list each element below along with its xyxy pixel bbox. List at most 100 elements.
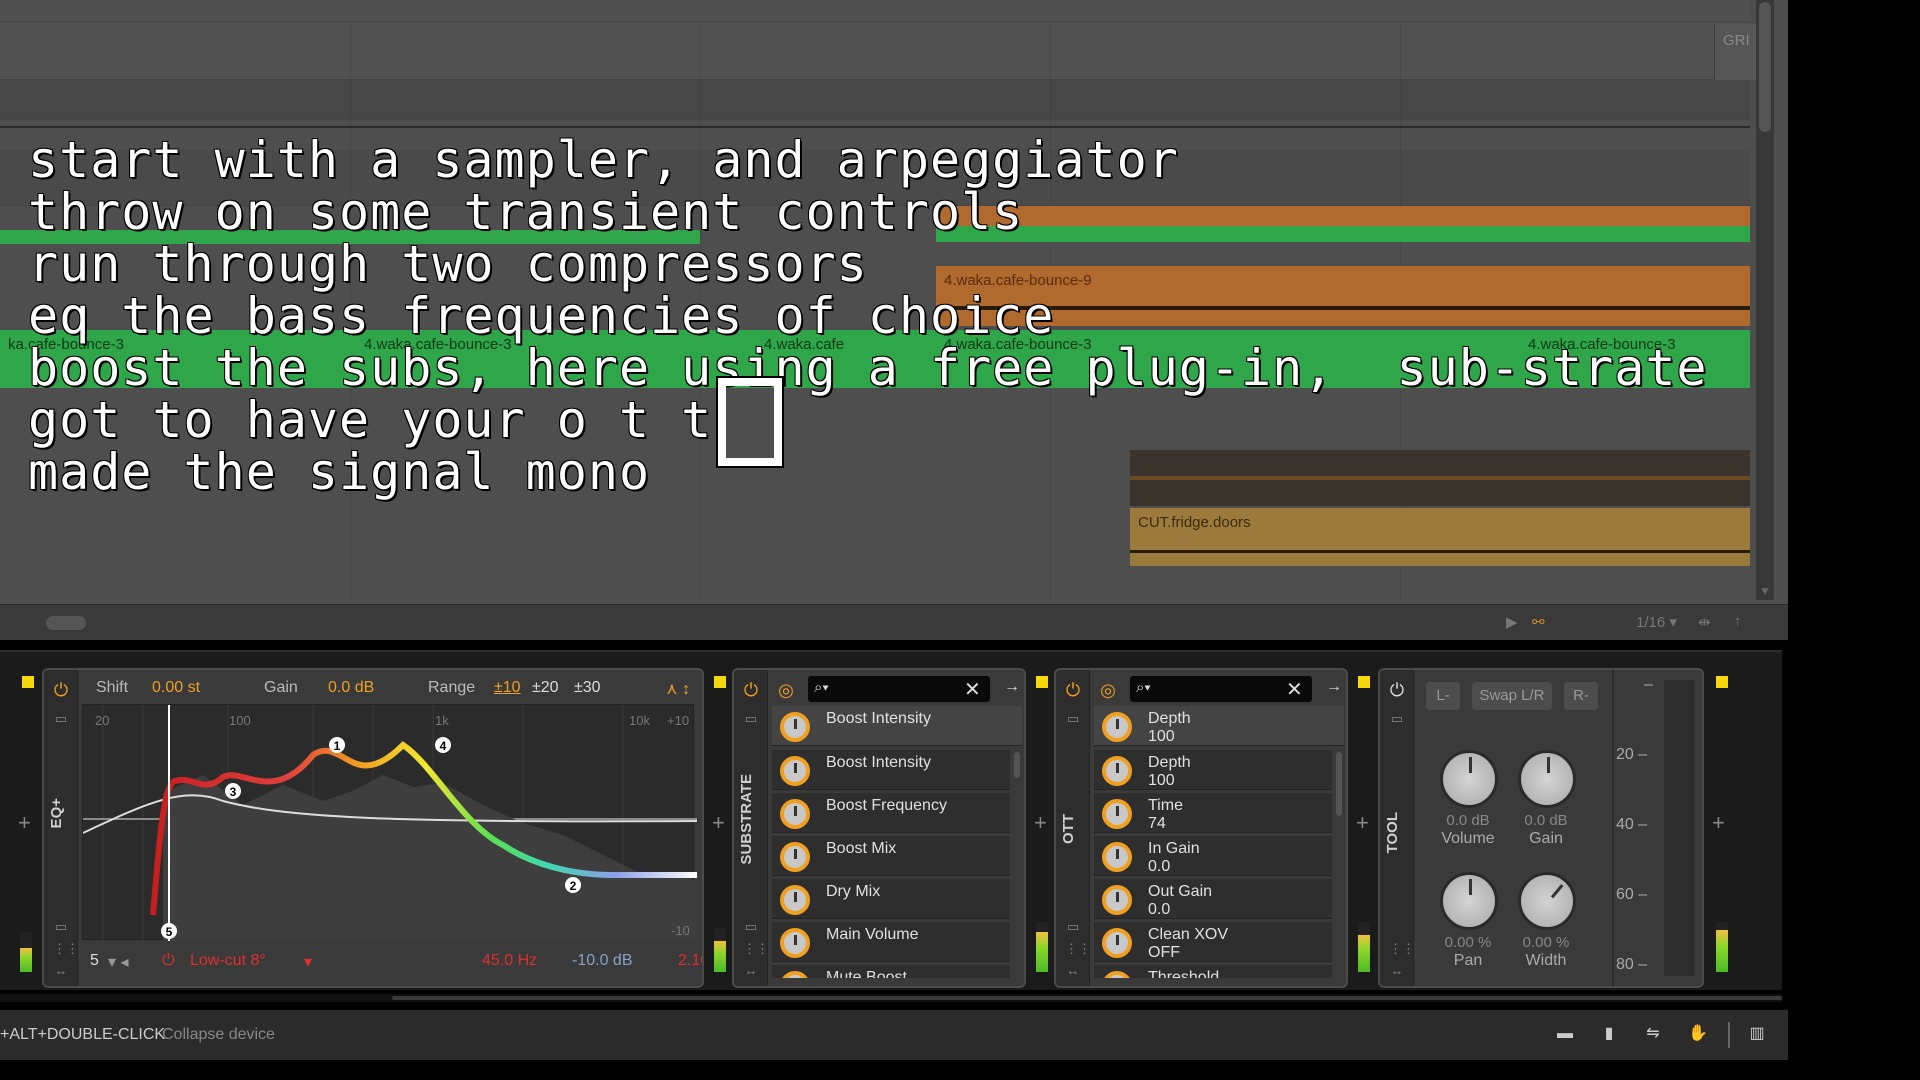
param-knob[interactable]	[780, 971, 810, 978]
folder-icon[interactable]: ▭	[1065, 712, 1081, 726]
audio-clip[interactable]: CUT.fridge.doors	[1130, 508, 1750, 566]
power-icon[interactable]: ⏻	[741, 680, 761, 700]
param-knob[interactable]	[1102, 712, 1132, 742]
audio-clip[interactable]	[1130, 450, 1750, 506]
window-icon[interactable]: ▭	[1065, 920, 1081, 934]
substrate-device[interactable]: ⏻ ▭ SUBSTRATE ▭ ⋮⋮ ↔ ◎ ⌕▾ ✕ → Boost Inte…	[732, 668, 1026, 988]
param-knob[interactable]	[780, 712, 810, 742]
link-icon[interactable]: ↔	[53, 964, 69, 978]
filter-dropdown-icon[interactable]: ▾	[304, 952, 312, 972]
arrow-right-icon[interactable]: →	[1004, 678, 1020, 696]
clear-search-icon[interactable]: ✕	[1286, 677, 1303, 702]
eq-plus-device[interactable]: ⏻ ▭ EQ+ ▭ ⋮⋮ ↔ Shift 0.00 st Gain 0.0 dB…	[42, 668, 704, 988]
keyboard-icon[interactable]: ▥	[1748, 1025, 1766, 1043]
add-device-icon[interactable]: +	[1034, 810, 1047, 836]
add-device-icon[interactable]: +	[18, 810, 31, 836]
param-knob[interactable]	[1102, 756, 1132, 786]
param-knob[interactable]	[780, 928, 810, 958]
width-knob[interactable]	[1506, 860, 1588, 942]
track-lane[interactable]	[0, 22, 1750, 80]
route-icon[interactable]: ⚯	[1532, 613, 1545, 631]
audio-clip[interactable]	[936, 206, 1750, 226]
search-input[interactable]: ⌕▾ ✕	[808, 676, 990, 702]
left-invert-button[interactable]: L-	[1426, 682, 1460, 710]
add-device-icon[interactable]: +	[712, 810, 725, 836]
band-power-icon[interactable]: ⏻	[162, 952, 175, 970]
param-knob[interactable]	[780, 756, 810, 786]
search-input[interactable]: ⌕▾ ✕	[1130, 676, 1312, 702]
param-row[interactable]: Mute Boost	[772, 965, 1010, 978]
plugin-window-icon[interactable]: ◎	[776, 680, 796, 700]
folder-icon[interactable]: ▭	[743, 712, 759, 726]
arrow-right-icon[interactable]: →	[1326, 678, 1342, 696]
param-knob[interactable]	[780, 842, 810, 872]
range-option-20[interactable]: ±20	[532, 679, 559, 697]
param-knob[interactable]	[1102, 885, 1132, 915]
param-knob[interactable]	[1102, 799, 1132, 829]
chain-scrollbar[interactable]	[392, 996, 1782, 1000]
filter-type[interactable]: Low-cut 8°	[190, 952, 266, 970]
param-search[interactable]: ⌕▾ ✕ →	[808, 676, 1024, 702]
audio-clip[interactable]: 4.waka.cafe-bounce-9	[936, 266, 1750, 326]
range-option-30[interactable]: ±30	[574, 679, 601, 697]
eq-curve[interactable]: 20 100 1k 10k +10 -10 1 2 3 4 5	[82, 705, 698, 941]
swap-lr-button[interactable]: Swap L/R	[1472, 682, 1552, 710]
file-icon[interactable]: ▮	[1600, 1025, 1618, 1043]
link-icon[interactable]: ↔	[1389, 964, 1405, 978]
track-lane[interactable]	[0, 80, 1750, 120]
play-icon[interactable]: ▶	[1506, 613, 1518, 631]
folder-icon[interactable]: ▬	[1556, 1025, 1574, 1043]
param-row[interactable]: Boost Frequency	[772, 793, 1010, 833]
param-knob[interactable]	[1102, 971, 1132, 978]
param-row[interactable]: In Gain 0.0	[1094, 836, 1332, 876]
param-row[interactable]: Out Gain 0.0	[1094, 879, 1332, 919]
param-search[interactable]: ⌕▾ ✕ →	[1130, 676, 1346, 702]
add-device-icon[interactable]: +	[1712, 810, 1725, 836]
param-scrollbar[interactable]	[1014, 752, 1020, 778]
folder-icon[interactable]: ▭	[53, 712, 69, 726]
band-frequency[interactable]: 45.0 Hz	[482, 952, 537, 970]
clear-search-icon[interactable]: ✕	[964, 677, 981, 702]
param-row[interactable]: Dry Mix	[772, 879, 1010, 919]
tool-device[interactable]: ⏻ ▭ TOOL ⋮⋮ ↔ L- Swap L/R R- 0.0 dB Volu…	[1378, 668, 1704, 988]
right-invert-button[interactable]: R-	[1564, 682, 1598, 710]
band-gain[interactable]: -10.0 dB	[572, 952, 632, 970]
vertical-scrollbar[interactable]	[1756, 0, 1774, 600]
param-row[interactable]: Depth 100	[1094, 706, 1344, 746]
param-row[interactable]: Boost Mix	[772, 836, 1010, 876]
grid-dots-icon[interactable]: ⋮⋮	[53, 942, 79, 956]
param-knob[interactable]	[780, 799, 810, 829]
param-row[interactable]: Threshold	[1094, 965, 1332, 978]
mixer-icon[interactable]: ⇋	[1644, 1025, 1662, 1043]
pan-knob[interactable]	[1440, 872, 1498, 930]
param-scrollbar[interactable]	[1336, 752, 1342, 816]
link-icon[interactable]: ↔	[1065, 964, 1081, 978]
plugin-window-icon[interactable]: ◎	[1098, 680, 1118, 700]
power-icon[interactable]: ⏻	[51, 680, 71, 700]
param-list[interactable]: Depth 100 Depth 100 Time 74 In Gain 0.0	[1094, 706, 1344, 978]
shift-value[interactable]: 0.00 st	[152, 679, 200, 697]
param-row[interactable]: Time 74	[1094, 793, 1332, 833]
gain-knob[interactable]	[1518, 750, 1576, 808]
param-knob[interactable]	[1102, 842, 1132, 872]
hand-icon[interactable]: ✋	[1688, 1025, 1708, 1043]
grid-dots-icon[interactable]: ⋮⋮	[1065, 942, 1091, 956]
gain-value[interactable]: 0.0 dB	[328, 679, 374, 697]
eq-graph[interactable]: 20 100 1k 10k +10 -10 1 2 3 4 5	[82, 704, 698, 941]
grid-division[interactable]: 1/16 ▾	[1636, 613, 1677, 631]
band-q[interactable]: 2.10	[678, 952, 702, 970]
ott-device[interactable]: ⏻ ▭ OTT ▭ ⋮⋮ ↔ ◎ ⌕▾ ✕ → Depth 100 Depth …	[1054, 668, 1348, 988]
volume-knob[interactable]	[1440, 750, 1498, 808]
audio-clip[interactable]	[936, 226, 1750, 242]
horizontal-scrollbar[interactable]	[46, 616, 86, 630]
band-dropdown-icon[interactable]: ▾ ◂	[108, 952, 129, 972]
band-count[interactable]: 5	[90, 952, 99, 970]
param-list[interactable]: Boost Intensity Boost Intensity Boost Fr…	[772, 706, 1022, 978]
param-knob[interactable]	[780, 885, 810, 915]
window-icon[interactable]: ▭	[743, 920, 759, 934]
param-row[interactable]: Boost Intensity	[772, 750, 1010, 790]
grid-dots-icon[interactable]: ⋮⋮	[1389, 942, 1415, 956]
link-icon[interactable]: ↔	[743, 964, 759, 978]
folder-icon[interactable]: ▭	[1389, 712, 1405, 726]
param-row[interactable]: Depth 100	[1094, 750, 1332, 790]
